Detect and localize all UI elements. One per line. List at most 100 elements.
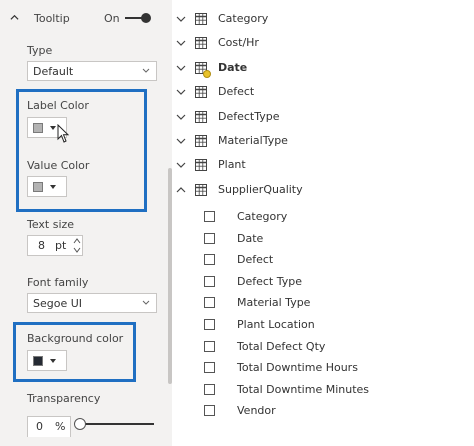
chevron-down-icon[interactable]	[176, 113, 186, 121]
text-size-unit: pt	[55, 239, 67, 252]
date-table-badge-icon	[203, 69, 211, 78]
field-name: Defect	[237, 253, 274, 267]
transparency-slider-handle[interactable]	[74, 418, 86, 430]
chevron-up-icon[interactable]	[10, 13, 19, 22]
field-row[interactable]: Total Defect Qty	[172, 336, 472, 358]
table-name: Cost/Hr	[218, 36, 259, 50]
table-icon	[195, 110, 207, 123]
field-name: Total Defect Qty	[237, 339, 326, 353]
field-row[interactable]: Total Downtime Hours	[172, 357, 472, 379]
caret-down-icon	[50, 359, 56, 363]
value-color-label: Value Color	[27, 159, 90, 172]
table-row[interactable]: DefectType	[172, 106, 472, 128]
tooltip-section-title: Tooltip	[34, 12, 70, 25]
checkbox-icon[interactable]	[204, 275, 215, 287]
table-row[interactable]: SupplierQuality	[172, 179, 472, 201]
table-name: Category	[218, 12, 269, 25]
text-size-input[interactable]: 8 pt	[27, 235, 83, 256]
table-name: Defect	[218, 85, 255, 99]
table-name: SupplierQuality	[218, 182, 303, 196]
chevron-down-icon[interactable]	[176, 88, 186, 96]
checkbox-icon[interactable]	[204, 254, 215, 266]
spinner-icon[interactable]	[73, 237, 81, 254]
caret-down-icon	[50, 126, 56, 130]
checkbox-icon[interactable]	[204, 340, 215, 352]
text-size-value: 8	[38, 239, 45, 252]
table-row[interactable]: Plant	[172, 154, 472, 176]
field-name: Total Downtime Minutes	[237, 382, 370, 396]
chevron-down-icon	[142, 68, 150, 73]
field-row[interactable]: Vendor	[172, 400, 472, 422]
table-row[interactable]: Category	[172, 8, 472, 30]
table-name: MaterialType	[218, 134, 288, 147]
label-color-swatch	[33, 123, 43, 133]
chevron-down-icon	[142, 300, 150, 305]
field-row[interactable]: Category	[172, 206, 472, 228]
fields-pane: Category Cost/Hr Date Defect DefectType Mater…	[172, 0, 474, 446]
tooltip-toggle-label: On	[104, 12, 120, 25]
value-color-swatch	[33, 182, 43, 192]
field-row[interactable]: Total Downtime Minutes	[172, 379, 472, 401]
checkbox-icon[interactable]	[204, 211, 215, 222]
font-family-dropdown[interactable]: Segoe UI	[27, 293, 157, 313]
table-icon	[195, 183, 207, 196]
font-family-label: Font family	[27, 276, 89, 289]
type-dropdown[interactable]: Default	[27, 61, 157, 81]
tooltip-section-header[interactable]: Tooltip On	[0, 0, 164, 36]
chevron-down-icon[interactable]	[176, 161, 186, 169]
table-row[interactable]: MaterialType	[172, 130, 472, 152]
field-row[interactable]: Defect	[172, 249, 472, 271]
field-name: Total Downtime Hours	[237, 361, 358, 375]
format-pane: Tooltip On Type Default Label Color Valu…	[0, 0, 172, 446]
tooltip-toggle[interactable]	[125, 13, 151, 23]
field-row[interactable]: Date	[172, 228, 472, 250]
table-name: DefectType	[218, 109, 280, 123]
checkbox-icon[interactable]	[204, 319, 215, 330]
transparency-input[interactable]: 0 %	[27, 416, 71, 437]
chevron-up-icon[interactable]	[176, 186, 186, 194]
field-name: Vendor	[237, 404, 276, 418]
chevron-down-icon[interactable]	[176, 39, 186, 47]
field-name: Defect Type	[237, 274, 303, 288]
label-color-label: Label Color	[27, 99, 89, 112]
table-icon	[195, 135, 207, 147]
checkbox-icon[interactable]	[204, 405, 215, 417]
table-name: Plant	[218, 158, 246, 172]
background-color-swatch	[33, 356, 43, 366]
table-icon	[195, 86, 207, 99]
checkbox-icon[interactable]	[204, 383, 215, 395]
transparency-slider-track[interactable]	[80, 423, 154, 425]
type-label: Type	[27, 44, 53, 57]
table-icon	[195, 37, 207, 50]
checkbox-icon[interactable]	[204, 232, 215, 244]
field-row[interactable]: Material Type	[172, 292, 472, 314]
checkbox-icon[interactable]	[204, 297, 215, 309]
field-name: Plant Location	[237, 318, 315, 331]
transparency-unit: %	[55, 420, 66, 433]
caret-down-icon	[50, 185, 56, 189]
table-row[interactable]: Date	[172, 57, 472, 79]
mouse-cursor-icon	[57, 124, 70, 143]
table-icon	[195, 159, 207, 172]
table-row[interactable]: Defect	[172, 81, 472, 103]
chevron-down-icon[interactable]	[176, 15, 186, 23]
chevron-down-icon[interactable]	[176, 137, 186, 145]
chevron-down-icon[interactable]	[176, 64, 186, 72]
toggle-knob	[141, 13, 151, 23]
field-name: Date	[237, 231, 264, 245]
field-row[interactable]: Defect Type	[172, 271, 472, 293]
table-name: Date	[218, 60, 248, 74]
background-color-picker[interactable]	[27, 350, 67, 371]
type-dropdown-value: Default	[33, 65, 74, 78]
field-name: Category	[237, 210, 288, 223]
font-family-value: Segoe UI	[33, 297, 83, 310]
transparency-value: 0	[36, 420, 43, 433]
background-color-label: Background color	[27, 332, 124, 345]
value-color-picker[interactable]	[27, 176, 67, 197]
field-row[interactable]: Plant Location	[172, 314, 472, 336]
transparency-label: Transparency	[27, 392, 101, 405]
table-icon	[195, 13, 207, 25]
checkbox-icon[interactable]	[204, 362, 215, 374]
field-name: Material Type	[237, 296, 311, 310]
table-row[interactable]: Cost/Hr	[172, 32, 472, 54]
